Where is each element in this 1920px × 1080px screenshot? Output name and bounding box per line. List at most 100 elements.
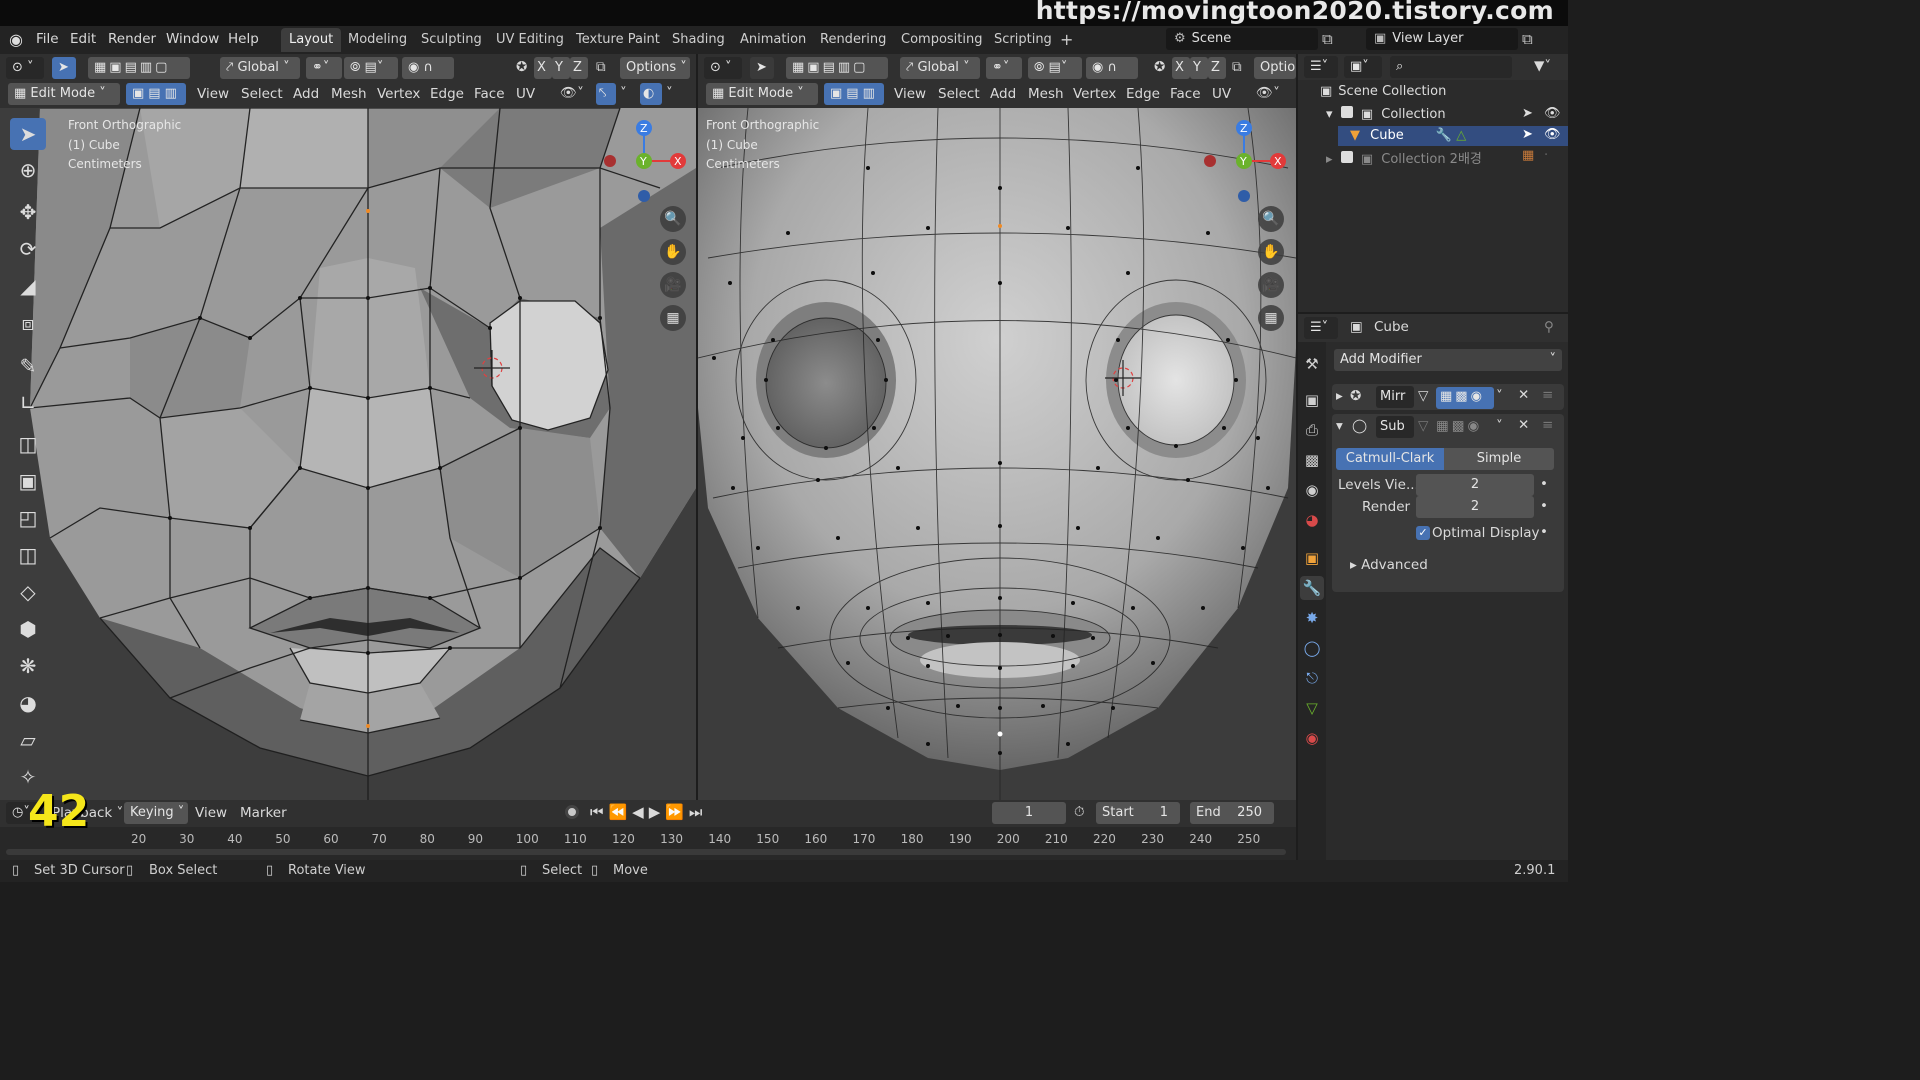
- timeline-scrollbar[interactable]: [6, 849, 1286, 855]
- menu-mesh[interactable]: Mesh: [331, 86, 367, 102]
- zoom-icon[interactable]: 🔍: [660, 206, 686, 232]
- pan-hand-icon[interactable]: ✋: [660, 239, 686, 265]
- measure-tool-icon[interactable]: ∟: [10, 387, 46, 419]
- eye-icon[interactable]: 👁: [1544, 106, 1561, 121]
- auto-merge-icon-right[interactable]: ⧉: [1232, 59, 1242, 75]
- transform-orientation-right[interactable]: ⤤ Global ˅: [900, 57, 980, 79]
- keyframe-dot-icon-3[interactable]: •: [1540, 524, 1548, 540]
- axis-gizmo-icon-right[interactable]: Z Y X: [1198, 116, 1290, 206]
- menu-view-right[interactable]: View: [894, 86, 926, 102]
- menu-face-right[interactable]: Face: [1170, 86, 1201, 102]
- select-arrow-icon[interactable]: ➤: [1522, 106, 1533, 121]
- outliner-row-collection-2[interactable]: ▸ ▣ Collection 2배경 ▦ ‧: [1326, 148, 1568, 167]
- sub-display-toggles[interactable]: ▦▩◉: [1436, 418, 1482, 434]
- timeline-view-menu[interactable]: View: [195, 805, 227, 821]
- tab-compositing[interactable]: Compositing: [893, 28, 991, 52]
- output-tab-icon[interactable]: ⎙: [1300, 418, 1324, 442]
- add-workspace-icon[interactable]: +: [1060, 30, 1073, 49]
- mode-selector-right[interactable]: ▦ Edit Mode ˅: [706, 83, 818, 105]
- low-poly-face-mesh[interactable]: [0, 108, 696, 800]
- mirror-remove-icon[interactable]: ✕: [1518, 387, 1529, 403]
- eye-icon-cube[interactable]: 👁: [1544, 127, 1561, 142]
- keyframe-dot-icon[interactable]: •: [1540, 476, 1548, 492]
- optimal-display-checkbox[interactable]: ✓: [1416, 526, 1430, 540]
- mode-selector[interactable]: ▦ Edit Mode ˅: [8, 83, 120, 105]
- select-mode-buttons-right[interactable]: ▣▤▥: [824, 83, 884, 105]
- menu-face[interactable]: Face: [474, 86, 505, 102]
- advanced-section[interactable]: ▸ Advanced: [1350, 557, 1428, 573]
- tab-shading[interactable]: Shading: [664, 28, 733, 52]
- simple-button[interactable]: Simple: [1444, 448, 1554, 470]
- mirror-drag-handle-icon[interactable]: ≡: [1542, 387, 1553, 403]
- axis-x-toggle-right[interactable]: X: [1172, 57, 1190, 79]
- overlays-toggle-icon[interactable]: ◐: [640, 83, 662, 105]
- select-tool-icon-right[interactable]: ➤: [750, 57, 774, 79]
- axis-z-toggle[interactable]: Z: [570, 57, 588, 79]
- blender-logo-icon[interactable]: ◉: [9, 30, 23, 49]
- outliner-row-cube[interactable]: ▼ Cube 🔧 △ ➤ 👁: [1338, 126, 1568, 146]
- right-3d-viewport[interactable]: Front Orthographic (1) Cube Centimeters …: [698, 108, 1296, 800]
- transform-orientation[interactable]: ⤤ Global ˅: [220, 57, 300, 79]
- pivot-icon-right[interactable]: ⚭˅: [986, 57, 1022, 79]
- selection-mode-buttons-right[interactable]: ▦▣▤▥▢: [786, 57, 888, 79]
- playback-controls[interactable]: ⏮⏪◀▶⏩⏭: [590, 803, 707, 821]
- outliner-row-scene-collection[interactable]: ▣ Scene Collection: [1320, 84, 1446, 99]
- menu-edit[interactable]: Edit: [70, 31, 96, 47]
- pan-hand-icon-right[interactable]: ✋: [1258, 239, 1284, 265]
- mirror-display-toggles[interactable]: ▦▩◉: [1436, 387, 1494, 409]
- sub-dropdown-icon[interactable]: ˅: [1496, 418, 1503, 434]
- tab-modeling[interactable]: Modeling: [340, 28, 415, 52]
- select-arrow-icon-cube[interactable]: ➤: [1522, 127, 1533, 142]
- render-levels-field[interactable]: 2: [1416, 496, 1534, 518]
- tab-sculpting[interactable]: Sculpting: [413, 28, 490, 52]
- tool-settings-tab-icon[interactable]: ⚒: [1300, 352, 1324, 376]
- editor-type-button[interactable]: ⊙ ˅: [6, 57, 44, 79]
- object-tab-icon[interactable]: ▣: [1300, 546, 1324, 570]
- stopwatch-icon[interactable]: ⏱: [1074, 804, 1085, 820]
- tab-scripting[interactable]: Scripting: [986, 28, 1060, 52]
- menu-mesh-right[interactable]: Mesh: [1028, 86, 1064, 102]
- outliner-search-input[interactable]: ⌕: [1390, 56, 1512, 78]
- snap-icon[interactable]: ⦾ ▤˅: [344, 57, 398, 79]
- menu-render[interactable]: Render: [108, 31, 156, 47]
- proportional-edit-icon-right[interactable]: ◉ ∩: [1086, 57, 1138, 79]
- start-frame-field[interactable]: Start 1: [1096, 802, 1180, 824]
- menu-help[interactable]: Help: [228, 31, 259, 47]
- axis-y-toggle[interactable]: Y: [552, 57, 570, 79]
- mirror-dropdown-icon[interactable]: ˅: [1496, 388, 1503, 404]
- new-view-layer-icon[interactable]: ⧉: [1522, 30, 1533, 48]
- pin-icon[interactable]: ⚲: [1544, 319, 1554, 335]
- axis-y-toggle-right[interactable]: Y: [1190, 57, 1208, 79]
- world-tab-icon[interactable]: ◕: [1300, 508, 1324, 532]
- pivot-icon[interactable]: ⚭˅: [306, 57, 342, 79]
- tab-layout[interactable]: Layout: [281, 28, 342, 52]
- smooth-face-mesh[interactable]: [698, 108, 1296, 800]
- editor-type-button-right[interactable]: ⊙ ˅: [704, 57, 742, 79]
- menu-edge[interactable]: Edge: [430, 86, 464, 102]
- select-mode-buttons[interactable]: ▣▤▥: [126, 83, 186, 105]
- properties-editor-type[interactable]: ☰˅: [1304, 317, 1338, 339]
- spin-tool-icon[interactable]: ❋: [10, 650, 46, 682]
- ortho-toggle-icon[interactable]: ▦: [660, 305, 686, 331]
- constraints-tab-icon[interactable]: ⎋: [1300, 666, 1324, 690]
- view-layer-tab-icon[interactable]: ▩: [1300, 448, 1324, 472]
- tab-uv-editing[interactable]: UV Editing: [488, 28, 572, 52]
- left-3d-viewport[interactable]: Front Orthographic (1) Cube Centimeters …: [0, 108, 696, 800]
- material-tab-icon[interactable]: ◉: [1300, 726, 1324, 750]
- axis-gizmo-icon[interactable]: Z Y X: [598, 116, 690, 206]
- rotate-tool-icon[interactable]: ⟳: [10, 233, 46, 265]
- menu-edge-right[interactable]: Edge: [1126, 86, 1160, 102]
- overlays-dropdown-icon[interactable]: ˅: [666, 85, 673, 101]
- collapse-arrow-icon[interactable]: ▸: [1326, 152, 1333, 167]
- outliner-editor-type[interactable]: ☰˅: [1304, 56, 1338, 78]
- render-tab-icon[interactable]: ▣: [1300, 388, 1324, 412]
- transform-tool-icon[interactable]: ⧈: [10, 307, 46, 339]
- keyframe-dot-icon-2[interactable]: •: [1540, 498, 1548, 514]
- knife-tool-icon[interactable]: ◇: [10, 576, 46, 608]
- edit-cage-icon[interactable]: ▽: [1418, 388, 1428, 404]
- inset-tool-icon[interactable]: ▣: [10, 465, 46, 497]
- extrude-tool-icon[interactable]: ◫: [10, 428, 46, 460]
- menu-add[interactable]: Add: [293, 86, 319, 102]
- sub-name-field[interactable]: Sub: [1376, 416, 1414, 438]
- modifier-tab-icon[interactable]: 🔧: [1300, 576, 1324, 600]
